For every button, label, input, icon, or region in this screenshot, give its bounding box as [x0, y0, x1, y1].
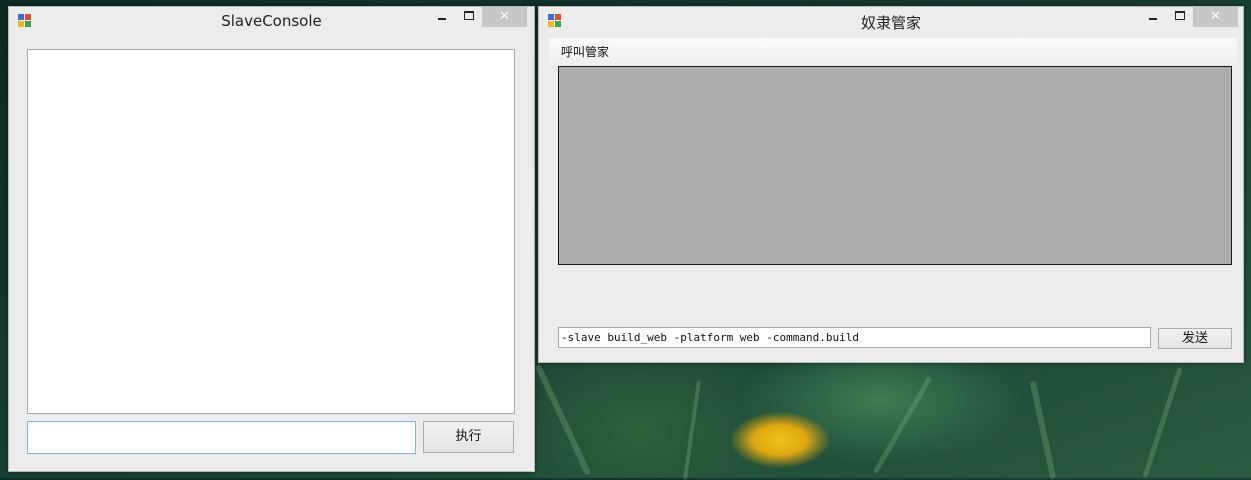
wallpaper-grass	[1029, 380, 1057, 480]
close-icon[interactable]: ✕	[482, 7, 527, 27]
execute-button[interactable]: 执行	[423, 421, 514, 453]
command-field[interactable]: -slave build_web -platform web -command.…	[558, 327, 1151, 348]
display-panel	[558, 66, 1232, 265]
wallpaper-grass	[1142, 367, 1183, 478]
close-icon[interactable]: ✕	[1193, 7, 1238, 27]
wallpaper-grass	[534, 364, 592, 476]
minimize-icon[interactable]	[1143, 7, 1163, 27]
wallpaper-grass	[683, 380, 701, 480]
wallpaper-grass	[872, 376, 933, 474]
maximize-icon[interactable]	[459, 7, 479, 27]
slave-console-titlebar[interactable]: SlaveConsole ✕	[9, 7, 534, 37]
slave-manager-window: 奴隶管家 ✕ 呼叫管家 -slave build_web -platform w…	[538, 6, 1244, 363]
menu-bar: 呼叫管家	[549, 38, 1237, 64]
slave-manager-titlebar[interactable]: 奴隶管家 ✕	[539, 7, 1243, 37]
slave-console-window: SlaveConsole ✕ 执行	[8, 6, 535, 472]
maximize-icon[interactable]	[1170, 7, 1190, 27]
window-title: 奴隶管家	[860, 14, 921, 32]
minimize-icon[interactable]	[432, 7, 452, 27]
console-output[interactable]	[27, 49, 515, 414]
menu-item-call-manager[interactable]: 呼叫管家	[561, 43, 609, 60]
window-title: SlaveConsole	[221, 12, 322, 30]
send-button[interactable]: 发送	[1158, 328, 1232, 349]
command-input[interactable]	[27, 421, 416, 454]
